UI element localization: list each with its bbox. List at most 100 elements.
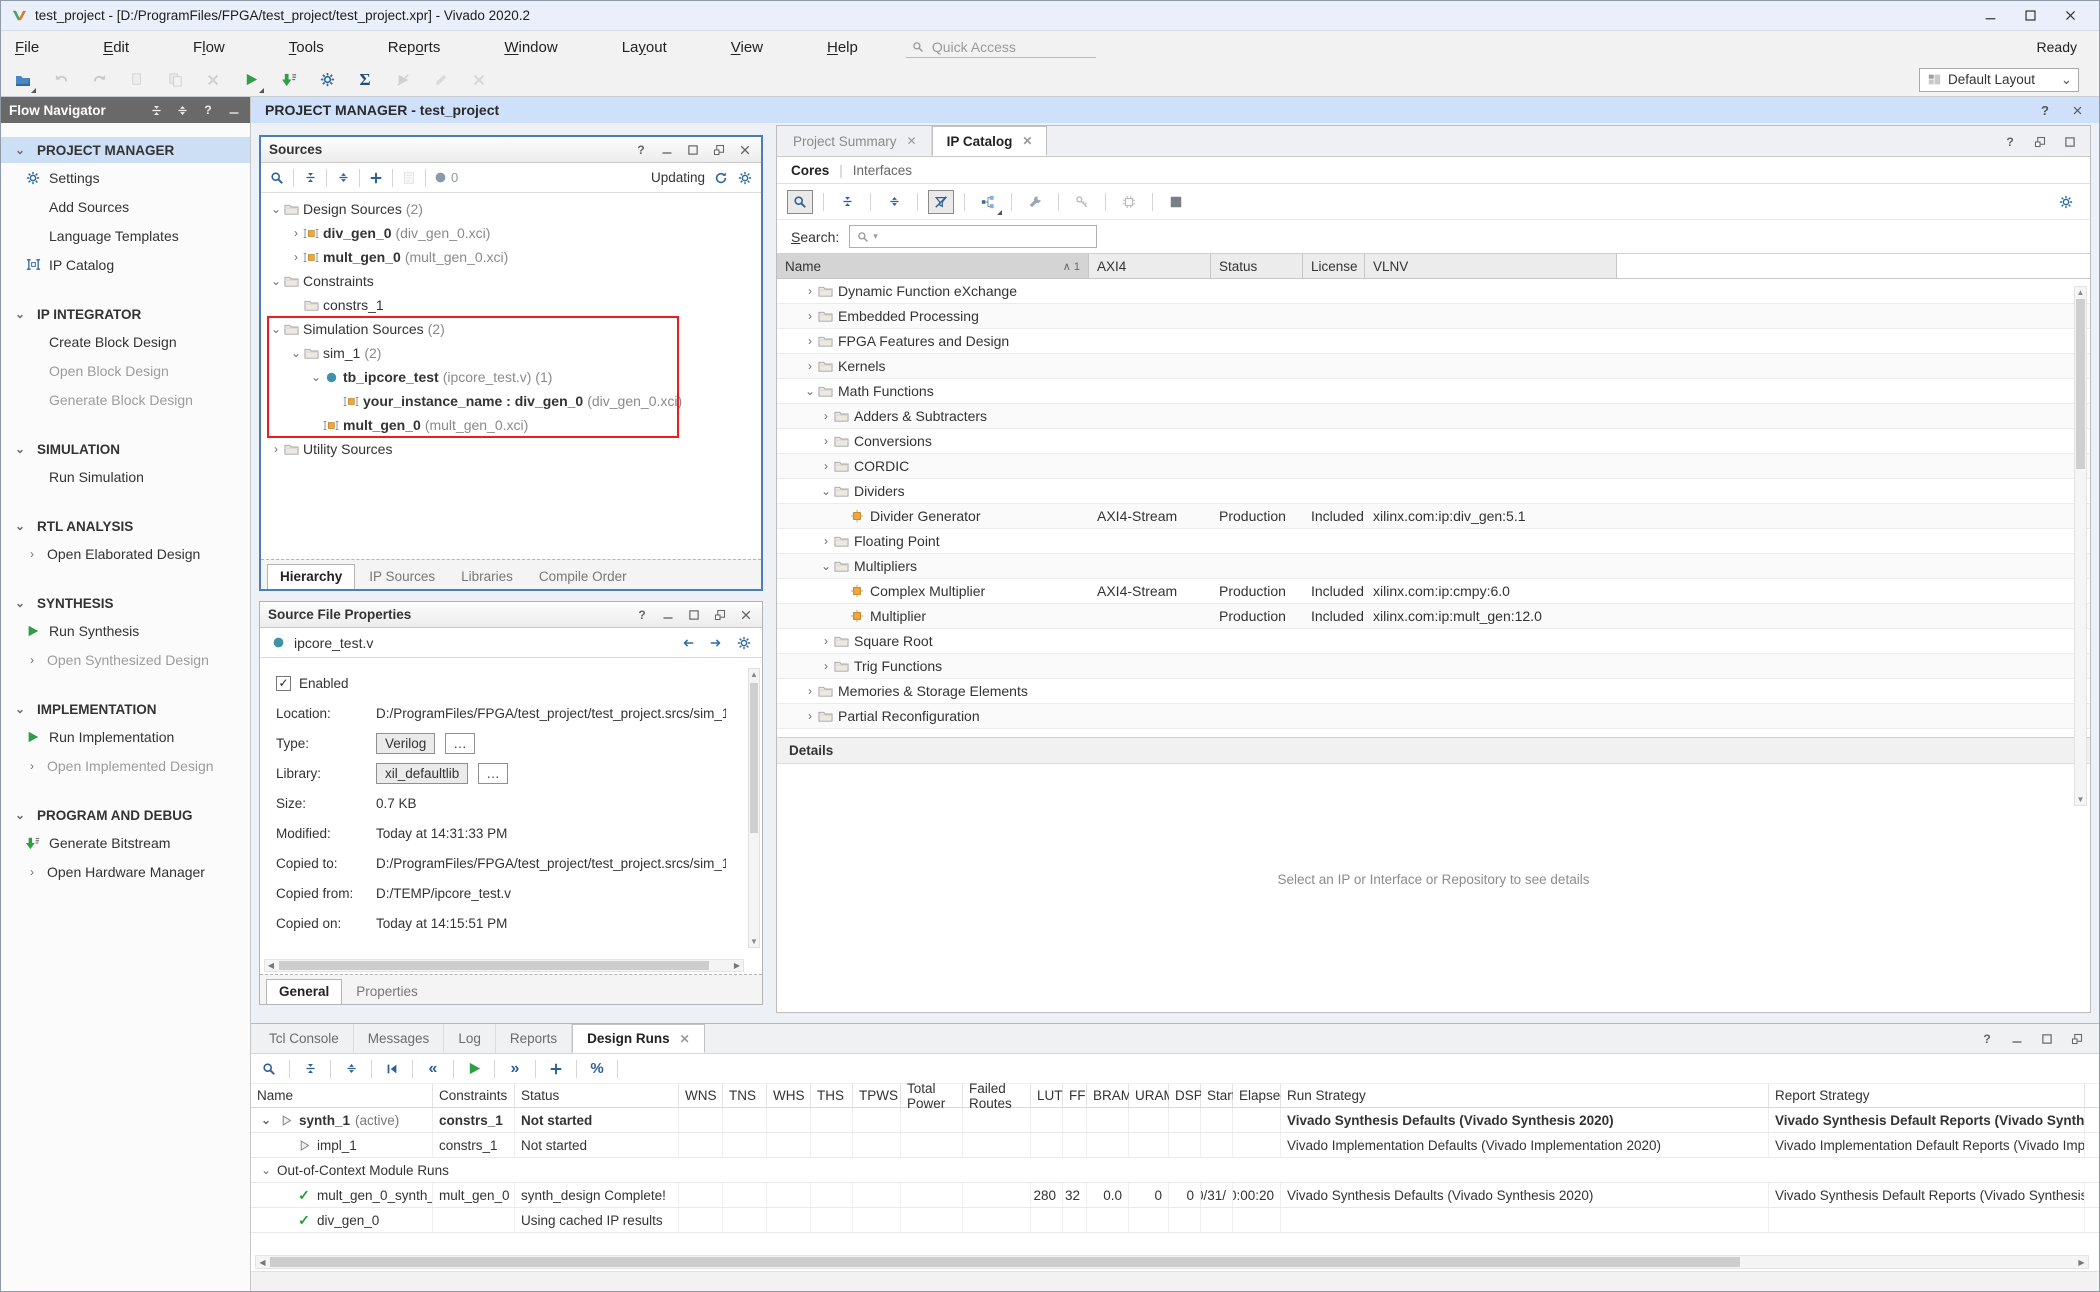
wrench-icon-button[interactable]	[1022, 190, 1048, 214]
redo-icon-button[interactable]	[87, 68, 111, 92]
scrollbar-handle[interactable]	[270, 1257, 1740, 1267]
chevron-right-icon[interactable]: ›	[25, 547, 39, 561]
gear-icon[interactable]	[2058, 194, 2074, 210]
runs-column-status[interactable]: Status	[515, 1084, 679, 1107]
float-icon[interactable]	[2032, 134, 2048, 150]
menu-tools[interactable]: Tools	[289, 39, 324, 56]
chevron-right-icon[interactable]: ›	[819, 659, 833, 673]
chevron-down-icon[interactable]: ⌄	[269, 202, 283, 216]
table-row[interactable]: ✓ div_gen_0 Using cached IP results	[251, 1208, 2099, 1233]
flownav-item-language-templates[interactable]: Language Templates	[1, 221, 250, 250]
chevron-down-icon[interactable]: ⌄	[819, 559, 833, 573]
tree-row[interactable]: ⌄ sim_1 (2)	[261, 341, 761, 365]
runs-column-elapsed[interactable]: Elapsed	[1233, 1084, 1281, 1107]
flownav-item-open-block-design[interactable]: Open Block Design	[1, 356, 250, 385]
chevron-right-icon[interactable]: ›	[803, 709, 817, 723]
flownav-item-generate-bitstream[interactable]: Generate Bitstream	[1, 828, 250, 857]
tab-interfaces[interactable]: Interfaces	[853, 163, 912, 178]
maximize-icon[interactable]	[2062, 134, 2078, 150]
runs-column-total-power[interactable]: Total Power	[901, 1084, 963, 1107]
tab-tcl-console[interactable]: Tcl Console	[255, 1024, 354, 1053]
ip-catalog-vertical-scrollbar[interactable]: ▲ ▼	[2074, 286, 2087, 806]
flownav-section-implementation[interactable]: ⌄IMPLEMENTATION	[1, 696, 250, 722]
chevron-down-icon[interactable]: ⌄	[13, 808, 27, 822]
runs-column-whs[interactable]: WHS	[767, 1084, 811, 1107]
ip-catalog-row[interactable]: › Adders & Subtracters	[777, 404, 2090, 429]
add-icon-button[interactable]	[548, 1061, 564, 1077]
stop-icon-button[interactable]	[391, 68, 415, 92]
chevron-down-icon[interactable]: ⌄	[13, 442, 27, 456]
scroll-right-icon[interactable]: ▶	[731, 960, 743, 971]
flownav-item-ip-catalog[interactable]: IP Catalog	[1, 250, 250, 279]
question-icon[interactable]: ?	[1979, 1031, 1995, 1047]
sfp-horizontal-scrollbar[interactable]: ◀ ▶	[264, 959, 744, 972]
chevron-right-icon[interactable]: ›	[803, 359, 817, 373]
runs-column-tns[interactable]: TNS	[723, 1084, 767, 1107]
field-value-box[interactable]: Verilog	[376, 733, 435, 754]
editor-tab-ip-catalog[interactable]: IP Catalog ✕	[932, 126, 1048, 156]
tab-design-runs[interactable]: Design Runs ✕	[572, 1024, 705, 1053]
minimize-icon[interactable]	[2009, 1031, 2025, 1047]
table-row[interactable]: ⌄Out-of-Context Module Runs	[251, 1158, 2099, 1183]
chevron-down-icon[interactable]: ⌄	[309, 370, 323, 384]
menu-reports[interactable]: Reports	[388, 39, 441, 56]
chevron-right-icon[interactable]: ›	[269, 442, 283, 456]
tab-cores[interactable]: Cores	[791, 163, 829, 178]
filter-off-icon-button[interactable]	[928, 190, 954, 214]
settings-gear-icon-button[interactable]	[315, 68, 339, 92]
tab-ip-sources[interactable]: IP Sources	[357, 565, 447, 589]
tab-properties[interactable]: Properties	[344, 980, 430, 1004]
flownav-item-add-sources[interactable]: Add Sources	[1, 192, 250, 221]
maximize-icon[interactable]	[2023, 9, 2037, 23]
ip-catalog-row[interactable]: ⌄ Multipliers	[777, 554, 2090, 579]
chevron-down-icon[interactable]: ⌄	[13, 702, 27, 716]
scroll-left-icon[interactable]: ◀	[265, 960, 277, 971]
chevron-down-icon[interactable]: ⌄	[13, 307, 27, 321]
scrollbar-handle[interactable]	[279, 961, 709, 970]
flownav-item-open-hardware-manager[interactable]: ›Open Hardware Manager	[1, 857, 250, 886]
close-icon[interactable]	[738, 607, 754, 623]
minimize-icon[interactable]	[226, 102, 242, 118]
scrollbar-handle[interactable]	[2076, 299, 2085, 469]
tree-row[interactable]: ⌄ Constraints	[261, 269, 761, 293]
goto-first-icon-button[interactable]	[384, 1061, 400, 1077]
ip-catalog-row[interactable]: › Trig Functions	[777, 654, 2090, 679]
forward-arrow-icon[interactable]	[708, 635, 724, 651]
tab-reports[interactable]: Reports	[496, 1024, 572, 1053]
runs-column-failed-routes[interactable]: Failed Routes	[963, 1084, 1031, 1107]
flownav-section-program-and-debug[interactable]: ⌄PROGRAM AND DEBUG	[1, 802, 250, 828]
tab-log[interactable]: Log	[444, 1024, 496, 1053]
flownav-item-settings[interactable]: Settings	[1, 163, 250, 192]
collapse-icon-button[interactable]	[834, 190, 860, 214]
tree-row[interactable]: constrs_1	[261, 293, 761, 317]
table-row[interactable]: ✓ mult_gen_0_synth_1 mult_gen_0synth_des…	[251, 1183, 2099, 1208]
chevron-right-icon[interactable]: ›	[819, 409, 833, 423]
question-icon[interactable]: ?	[633, 142, 649, 158]
scroll-up-icon[interactable]: ▲	[749, 670, 759, 679]
column-header-axi4[interactable]: AXI4	[1089, 254, 1211, 278]
scroll-down-icon[interactable]: ▼	[2075, 795, 2086, 804]
close-icon[interactable]	[737, 142, 753, 158]
column-header-name[interactable]: Name ∧ 1	[777, 254, 1089, 278]
column-header-license[interactable]: License	[1303, 254, 1365, 278]
layout-selector[interactable]: Default Layout ⌄	[1919, 68, 2079, 92]
tree-row[interactable]: › div_gen_0 (div_gen_0.xci)	[261, 221, 761, 245]
runs-column-constraints[interactable]: Constraints	[433, 1084, 515, 1107]
menu-layout[interactable]: Layout	[622, 39, 667, 56]
chevron-right-icon[interactable]: ›	[25, 865, 39, 879]
chevron-down-icon[interactable]: ⌄	[13, 143, 27, 157]
info-square-icon-button[interactable]	[1163, 190, 1189, 214]
field-value-box[interactable]: xil_defaultlib	[376, 763, 468, 784]
chevron-right-icon[interactable]: ›	[819, 459, 833, 473]
ip-catalog-row[interactable]: › Square Root	[777, 629, 2090, 654]
menu-window[interactable]: Window	[504, 39, 557, 56]
expand-icon[interactable]	[174, 102, 190, 118]
chevron-down-icon[interactable]: ⌄	[13, 596, 27, 610]
runs-column-bram[interactable]: BRAM	[1087, 1084, 1129, 1107]
tree-row[interactable]: › Utility Sources	[261, 437, 761, 461]
flownav-item-run-synthesis[interactable]: Run Synthesis	[1, 616, 250, 645]
scroll-right-icon[interactable]: ▶	[2075, 1256, 2088, 1268]
runs-column-start[interactable]: Start	[1201, 1084, 1233, 1107]
runs-column-uram[interactable]: URAM	[1129, 1084, 1169, 1107]
expand-icon-button[interactable]	[343, 1061, 359, 1077]
